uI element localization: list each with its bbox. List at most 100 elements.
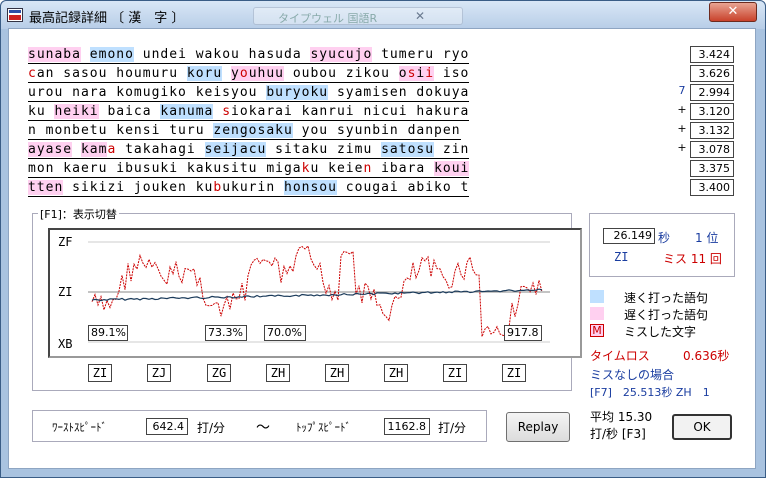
typed-text: ibara: [372, 161, 435, 176]
typed-text: sikizi jouken ku: [63, 180, 214, 195]
line-score: 3.375: [690, 160, 734, 177]
typed-line: mon kaeru ibusuki kakusitu migaku keien …: [28, 160, 470, 178]
typed-text: [81, 47, 90, 62]
fast-word: honsou: [284, 180, 337, 195]
graph-label-zf: ZF: [58, 235, 73, 249]
top-speed-unit: 打/分: [438, 421, 467, 435]
line-score: 3.078: [690, 141, 734, 158]
typed-text: urou nara komugiko keisyou: [28, 85, 267, 100]
segment-rank: ZH: [266, 364, 290, 382]
fast-word: seijacu: [204, 142, 267, 157]
typed-line: n monbetu kensi turu zengosaku you syunb…: [28, 122, 461, 140]
fast-word: zengosaku: [213, 123, 293, 138]
typed-text: an sasou houmuru: [36, 66, 187, 81]
typed-text: tumeru ryo: [372, 47, 470, 62]
fast-word: satosu: [381, 142, 435, 157]
segment-rank: ZI: [443, 364, 467, 382]
typed-line: urou nara komugiko keisyou buryoku syami…: [28, 84, 470, 102]
typed-text: mon kaeru ibusuki kakusitu miga: [28, 161, 302, 176]
typed-text: n monbetu kensi turu: [28, 123, 214, 138]
title-bar[interactable]: 最高記録詳細 〔 漢 字 〕 タイプウェル 国語R ✕ ✕: [1, 1, 765, 29]
worst-speed-value: 642.4: [146, 418, 188, 435]
typed-text: iso: [434, 66, 470, 81]
replay-button[interactable]: Replay: [506, 412, 570, 442]
time-loss-label: タイムロス: [590, 349, 650, 363]
line-mark: +: [677, 122, 687, 135]
no-miss-label: ミスなしの場合: [590, 368, 675, 382]
missed-char: i: [425, 66, 435, 81]
segment-rank: ZI: [502, 364, 526, 382]
segment-rank: ZI: [88, 364, 112, 382]
typed-text: takahagi: [116, 142, 205, 157]
fast-word: kanuma: [160, 104, 214, 119]
fast-word: emono: [89, 47, 134, 62]
top-speed-value: 1162.8: [384, 418, 430, 435]
typed-text: sitaku zimu: [266, 142, 382, 157]
graph-label-zi: ZI: [58, 285, 73, 299]
line-score: 3.120: [690, 103, 734, 120]
average-speed-unit: 打/秒 [F3]: [590, 427, 646, 441]
graph-label-xb: XB: [58, 337, 73, 351]
missed-char: s: [222, 104, 232, 119]
line-mark: 7: [678, 84, 686, 97]
result-time-unit: 秒: [658, 231, 671, 245]
segment-rank: ZG: [207, 364, 231, 382]
graph-value-4: 917.8: [504, 325, 542, 341]
slow-word: koui: [434, 161, 470, 176]
slow-word: tten: [28, 180, 64, 195]
segment-rank: ZH: [325, 364, 349, 382]
background-window-title: タイプウェル 国語R: [253, 7, 463, 25]
close-button[interactable]: ✕: [709, 2, 757, 22]
graph-toggle-label[interactable]: [F1]：表示切替: [38, 206, 119, 222]
average-line: [91, 288, 543, 302]
typed-text: [72, 142, 81, 157]
window-title: 最高記録詳細 〔 漢 字 〕: [29, 11, 185, 26]
graph-value-3: 70.0%: [264, 325, 306, 341]
typed-text: ukurin: [222, 180, 284, 195]
missed-char: c: [28, 66, 37, 81]
typed-text: you syunbin danpen: [292, 123, 461, 138]
typed-line: tten sikizi jouken kubukurin honsou coug…: [28, 179, 470, 197]
slow-word: ayase: [28, 142, 73, 157]
top-speed-label: ﾄｯﾌﾟｽﾋﾟｰﾄﾞ: [296, 421, 351, 434]
typed-text: zin: [434, 142, 470, 157]
slow-word: o: [398, 66, 408, 81]
result-time: 26.149: [603, 228, 655, 244]
result-grade: ZI: [614, 250, 629, 264]
worst-speed-label: ﾜｰｽﾄｽﾋﾟｰﾄﾞ: [52, 421, 107, 434]
line-score: 2.994: [690, 84, 734, 101]
line-score: 3.400: [690, 179, 734, 196]
line-score: 3.132: [690, 122, 734, 139]
speed-graph: [48, 228, 582, 358]
typed-line: ku heiki baica kanuma siokarai kanrui ni…: [28, 103, 470, 121]
fast-color-swatch: [590, 290, 604, 303]
typed-text: undei wakou hasuda: [133, 47, 311, 62]
typed-text: baica: [98, 104, 161, 119]
typed-text: iokarai kanrui nicui hakura: [231, 104, 470, 119]
result-miss: ミス 11 回: [663, 252, 722, 266]
worst-speed-unit: 打/分: [197, 421, 226, 435]
slow-word: syucujo: [310, 47, 373, 62]
average-speed: 平均 15.30: [590, 410, 653, 424]
slow-word: sunaba: [28, 47, 81, 62]
ok-button[interactable]: OK: [672, 414, 732, 440]
typed-text: [222, 66, 231, 81]
line-mark: +: [677, 103, 687, 116]
graph-value-1: 89.1%: [88, 325, 128, 341]
speed-range-tilde: ～: [256, 420, 270, 436]
segment-rank: ZJ: [147, 364, 171, 382]
legend-slow: 遅く打った語句: [624, 308, 709, 322]
typed-text: cougai abiko t: [336, 180, 470, 195]
missed-char: b: [213, 180, 223, 195]
slow-word: uhuu: [248, 66, 284, 81]
typed-text: ku: [28, 104, 55, 119]
app-icon: [7, 8, 23, 22]
slow-color-swatch: [590, 307, 604, 320]
slow-word: y: [231, 66, 240, 81]
segment-rank: ZH: [384, 364, 408, 382]
graph-value-2: 73.3%: [205, 325, 247, 341]
missed-char: o: [239, 66, 249, 81]
line-score: 3.424: [690, 46, 734, 63]
result-rank: 1 位: [695, 231, 719, 245]
line-mark: +: [677, 141, 687, 154]
